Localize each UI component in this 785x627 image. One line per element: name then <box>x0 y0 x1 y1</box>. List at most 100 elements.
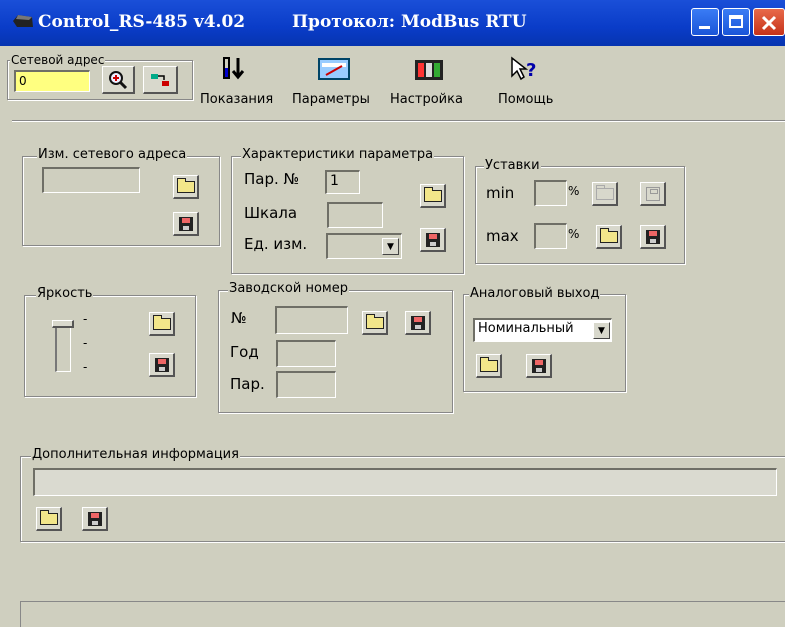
brightness-slider-track <box>55 324 71 372</box>
serial-label: Заводской номер <box>228 281 349 296</box>
min-read-button[interactable] <box>592 182 618 206</box>
param-chars-read-button[interactable] <box>420 184 446 208</box>
open-folder-icon <box>176 177 195 193</box>
analog-output-read-button[interactable] <box>476 354 502 378</box>
magnifier-icon <box>109 70 128 89</box>
year-input[interactable] <box>276 340 336 367</box>
new-address-input[interactable] <box>42 167 140 193</box>
minimize-icon <box>699 26 710 29</box>
settings-label: Настройка <box>390 92 463 107</box>
analog-output-select-value: Номинальный <box>478 321 574 336</box>
max-percent-label: % <box>568 227 580 241</box>
status-bar <box>20 601 785 627</box>
change-address-label: Изм. сетевого адреса <box>37 147 188 162</box>
save-disk-icon <box>154 357 169 372</box>
protocol-label: Протокол: ModBus RTU <box>292 12 527 32</box>
connect-button[interactable] <box>143 66 178 94</box>
title-bar[interactable]: Control_RS-485 v4.02 Протокол: ModBus RT… <box>0 0 785 46</box>
extra-info-read-button[interactable] <box>36 507 62 531</box>
chevron-down-icon: ▼ <box>382 238 399 255</box>
save-disk-icon <box>645 229 660 244</box>
save-disk-icon <box>645 186 660 201</box>
extra-info-label: Дополнительная информация <box>31 447 240 462</box>
readings-icon <box>223 57 245 80</box>
help-label: Помощь <box>498 92 554 107</box>
extra-info-input[interactable] <box>33 468 777 496</box>
param-chars-label: Характеристики параметра <box>241 147 435 162</box>
help-button[interactable]: ? Помощь <box>494 54 566 114</box>
open-folder-icon <box>599 227 618 243</box>
param-no-label: Пар. № <box>244 170 300 188</box>
brightness-slider-thumb[interactable] <box>52 320 74 328</box>
analog-output-label: Аналоговый выход <box>469 286 601 301</box>
setpoints-group <box>475 166 685 264</box>
max-input[interactable] <box>534 223 567 249</box>
network-address-input[interactable]: 0 <box>14 70 90 92</box>
settings-button[interactable]: Настройка <box>390 54 476 114</box>
change-address-save-button[interactable] <box>173 212 199 236</box>
save-disk-icon <box>531 358 546 373</box>
brightness-group <box>24 295 196 397</box>
param-chars-save-button[interactable] <box>420 228 446 252</box>
unit-label: Ед. изм. <box>244 235 308 253</box>
maximize-button[interactable] <box>722 8 750 36</box>
maximize-icon <box>729 15 743 28</box>
open-folder-icon <box>479 356 498 372</box>
brightness-tick: - <box>83 360 88 374</box>
scale-input[interactable] <box>327 202 383 228</box>
close-icon <box>761 15 777 31</box>
max-save-button[interactable] <box>640 225 666 249</box>
brightness-slider[interactable] <box>52 320 76 374</box>
open-folder-icon <box>39 509 58 525</box>
change-address-read-button[interactable] <box>173 175 199 199</box>
settings-icon <box>415 60 443 80</box>
analog-output-save-button[interactable] <box>526 354 552 378</box>
open-folder-icon <box>365 313 384 329</box>
save-disk-icon <box>178 216 193 231</box>
save-disk-icon <box>425 232 440 247</box>
parameters-icon <box>318 58 350 80</box>
close-button[interactable] <box>753 8 785 36</box>
parameters-label: Параметры <box>292 92 370 107</box>
extra-info-save-button[interactable] <box>82 507 108 531</box>
transfer-icon <box>151 73 169 86</box>
serial-no-label: № <box>231 309 247 327</box>
max-label: max <box>486 227 519 245</box>
svg-text:?: ? <box>526 60 536 81</box>
open-folder-icon <box>423 186 442 202</box>
year-label: Год <box>230 343 259 361</box>
parameters-button[interactable]: Параметры <box>292 54 382 114</box>
min-percent-label: % <box>568 184 580 198</box>
serial-no-input[interactable] <box>275 306 348 334</box>
chevron-down-icon: ▼ <box>593 322 610 339</box>
readings-button[interactable]: Показания <box>200 54 288 114</box>
window-title: Control_RS-485 v4.02 <box>38 12 246 32</box>
open-folder-icon <box>152 314 171 330</box>
serial-save-button[interactable] <box>405 311 431 335</box>
param-no-input[interactable]: 1 <box>325 170 360 194</box>
par-label: Пар. <box>230 375 265 393</box>
scale-label: Шкала <box>244 204 298 222</box>
min-input[interactable] <box>534 180 567 206</box>
open-folder-icon <box>595 184 614 200</box>
save-disk-icon <box>410 315 425 330</box>
analog-output-select[interactable]: Номинальный ▼ <box>473 318 612 342</box>
brightness-tick: - <box>83 312 88 326</box>
par-input[interactable] <box>276 371 336 398</box>
brightness-save-button[interactable] <box>149 353 175 377</box>
serial-read-button[interactable] <box>362 311 388 335</box>
network-address-label: Сетевой адрес <box>10 53 106 67</box>
brightness-tick: - <box>83 336 88 350</box>
max-read-button[interactable] <box>596 225 622 249</box>
search-device-button[interactable] <box>102 66 135 94</box>
unit-select[interactable]: ▼ <box>326 233 402 259</box>
help-icon: ? <box>511 56 536 81</box>
brightness-read-button[interactable] <box>149 312 175 336</box>
minimize-button[interactable] <box>691 8 719 36</box>
readings-label: Показания <box>200 92 274 107</box>
toolbar-separator <box>12 120 785 122</box>
min-label: min <box>486 184 515 202</box>
brightness-label: Яркость <box>36 286 94 301</box>
min-save-button[interactable] <box>640 182 666 206</box>
app-icon <box>13 15 33 27</box>
